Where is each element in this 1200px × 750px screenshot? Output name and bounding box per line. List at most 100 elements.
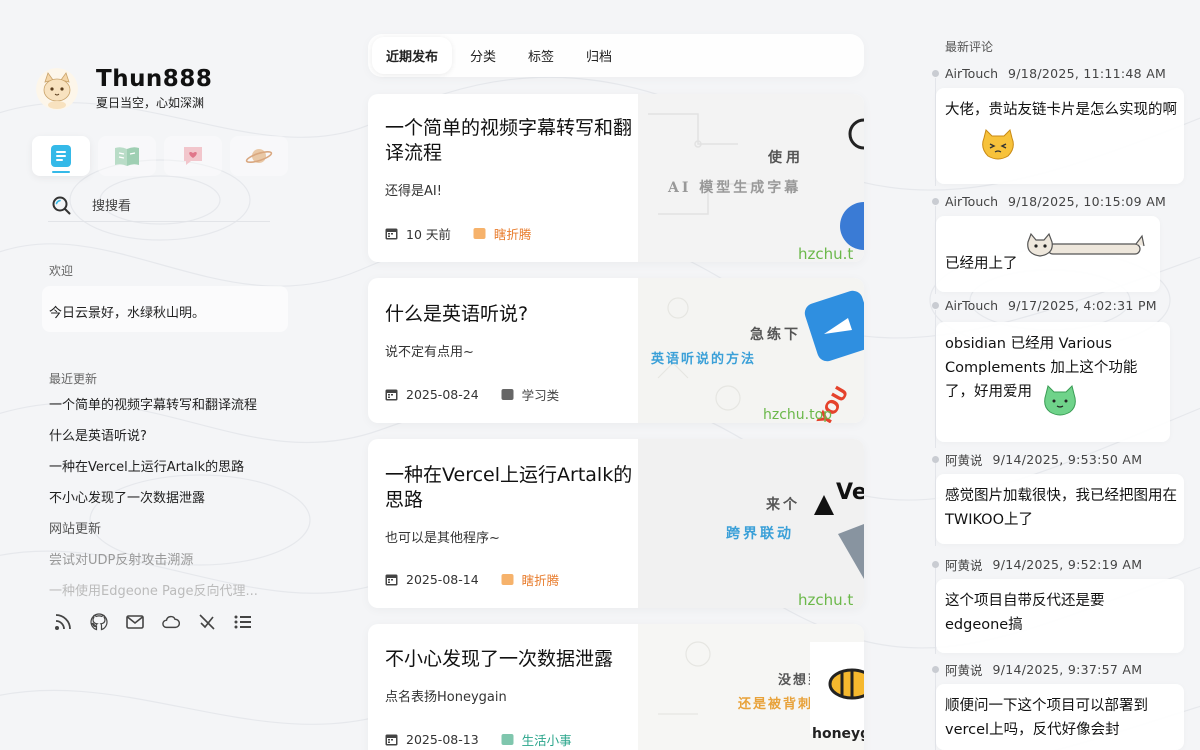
post-title[interactable]: 一个简单的视频字幕转写和翻译流程 bbox=[385, 116, 645, 166]
site-motto: 夏日当空，心如深渊 bbox=[96, 96, 205, 110]
github-icon[interactable] bbox=[90, 612, 108, 632]
post-tabs: 近期发布 分类 标签 归档 bbox=[368, 34, 864, 77]
comment-header: AirTouch 9/17/2025, 4:02:31 PM bbox=[932, 298, 1157, 313]
post-title[interactable]: 什么是英语听说? bbox=[385, 302, 645, 327]
comment-header: 阿黄说 9/14/2025, 9:53:50 AM bbox=[932, 450, 1142, 469]
recent-item[interactable]: 不小心发现了一次数据泄露 bbox=[49, 489, 289, 520]
nav-chat-button[interactable] bbox=[164, 136, 222, 176]
recent-item[interactable]: 网站更新 bbox=[49, 520, 289, 551]
cover-text: 跨界联动 bbox=[726, 525, 794, 542]
comment-text: 大佬，贵站友链卡片是怎么实现的啊 bbox=[945, 102, 1177, 118]
comment-time: 9/18/2025, 11:11:48 AM bbox=[1008, 66, 1167, 81]
search-placeholder[interactable]: 搜搜看 bbox=[92, 195, 131, 214]
site-name[interactable]: Thun888 bbox=[96, 66, 212, 92]
search-box[interactable]: 搜搜看 bbox=[48, 188, 270, 222]
comment-header: AirTouch 9/18/2025, 11:11:48 AM bbox=[932, 66, 1166, 81]
comment-author[interactable]: 阿黄说 bbox=[945, 450, 983, 469]
cat-avatar-icon[interactable] bbox=[36, 67, 78, 110]
cover-text: 来个 bbox=[765, 496, 800, 513]
post-cover-image[interactable]: 急练下 英语听说的方法 YOU hzchu.top bbox=[638, 278, 864, 423]
tab-categories[interactable]: 分类 bbox=[456, 37, 510, 74]
comment-author[interactable]: 阿黄说 bbox=[945, 660, 983, 679]
nav-articles-button[interactable] bbox=[32, 136, 90, 176]
timeline-dot bbox=[932, 561, 939, 568]
comment-bubble[interactable]: 这个项目自带反代还是要edgeone搞 bbox=[936, 579, 1184, 653]
calendar-icon bbox=[385, 228, 398, 240]
post-description: 点名表扬Honeygain bbox=[385, 690, 507, 705]
heart-chat-icon bbox=[184, 147, 202, 165]
comment-time: 9/18/2025, 10:15:09 AM bbox=[1008, 194, 1167, 209]
sidebar-nav bbox=[32, 136, 288, 176]
social-links bbox=[54, 612, 252, 632]
post-category[interactable]: 瞎折腾 bbox=[473, 224, 531, 243]
post-card[interactable]: 一种在Vercel上运行Artalk的思路 也可以是其他程序~ 2025-08-… bbox=[368, 439, 864, 608]
recent-item[interactable]: 一种使用Edgeone Page反向代理... bbox=[49, 582, 289, 613]
comment-time: 9/14/2025, 9:53:50 AM bbox=[992, 452, 1143, 467]
post-category[interactable]: 学习类 bbox=[501, 385, 559, 404]
site-brand[interactable]: Thun888 夏日当空，心如深渊 bbox=[36, 66, 212, 111]
tab-archive[interactable]: 归档 bbox=[572, 37, 626, 74]
svg-text:Ve: Ve bbox=[836, 480, 864, 505]
cat-sticker-icon bbox=[982, 129, 1014, 160]
post-description: 也可以是其他程序~ bbox=[385, 531, 500, 546]
comment-bubble[interactable]: obsidian 已经用 Various Complements 加上这个功能了… bbox=[936, 322, 1170, 442]
comment-author[interactable]: AirTouch bbox=[945, 194, 998, 209]
rss-icon[interactable] bbox=[54, 612, 72, 632]
comment-header: 阿黄说 9/14/2025, 9:52:19 AM bbox=[932, 555, 1142, 574]
comment-bubble[interactable]: 感觉图片加载很快，我已经把图用在TWIKOO上了 bbox=[936, 474, 1184, 544]
cover-brand-text: hzchu.top bbox=[763, 407, 832, 423]
recent-item[interactable]: 一个简单的视频字幕转写和翻译流程 bbox=[49, 396, 289, 427]
post-date: 2025-08-13 bbox=[385, 732, 479, 747]
folder-icon bbox=[473, 228, 486, 239]
calendar-icon bbox=[385, 389, 398, 401]
left-sidebar: Thun888 夏日当空，心如深渊 搜搜看 欢迎 今日云景好，水绿秋山明。 最近… bbox=[30, 0, 290, 750]
tab-tags[interactable]: 标签 bbox=[514, 37, 568, 74]
comment-text: 顺便问一下这个项目可以部署到vercel上吗，反代好像会封 bbox=[945, 698, 1148, 738]
post-category[interactable]: 生活小事 bbox=[501, 730, 572, 749]
cover-brand-text: honeyga bbox=[812, 726, 864, 742]
post-card[interactable]: 什么是英语听说? 说不定有点用~ 2025-08-24 学习类 急练下 英语听说… bbox=[368, 278, 864, 423]
comment-author[interactable]: AirTouch bbox=[945, 66, 998, 81]
recent-item[interactable]: 尝试对UDP反射攻击溯源 bbox=[49, 551, 289, 582]
cover-text: 使用 bbox=[767, 149, 804, 166]
post-cover-image[interactable]: 使用 AI 模型生成字幕 hzchu.t bbox=[638, 94, 864, 262]
comment-time: 9/14/2025, 9:52:19 AM bbox=[992, 557, 1143, 572]
post-card[interactable]: 一个简单的视频字幕转写和翻译流程 还得是AI! 10 天前 瞎折腾 使用 AI … bbox=[368, 94, 864, 262]
welcome-title: 欢迎 bbox=[49, 264, 74, 278]
comment-time: 9/17/2025, 4:02:31 PM bbox=[1008, 298, 1157, 313]
nav-books-button[interactable] bbox=[98, 136, 156, 176]
post-meta: 2025-08-24 学习类 bbox=[385, 385, 559, 404]
post-date: 2025-08-24 bbox=[385, 387, 479, 402]
no-tracking-icon[interactable] bbox=[198, 612, 216, 632]
comment-bubble[interactable]: 已经用上了 bbox=[936, 216, 1160, 292]
welcome-text: 今日云景好，水绿秋山明。 bbox=[42, 286, 288, 332]
post-category[interactable]: 瞎折腾 bbox=[501, 570, 559, 589]
recent-item[interactable]: 什么是英语听说? bbox=[49, 427, 289, 458]
mail-icon[interactable] bbox=[126, 612, 144, 632]
post-title[interactable]: 一种在Vercel上运行Artalk的思路 bbox=[385, 463, 645, 513]
main-content: 近期发布 分类 标签 归档 一个简单的视频字幕转写和翻译流程 还得是AI! 10… bbox=[368, 0, 864, 750]
cover-text: 英语听说的方法 bbox=[650, 351, 756, 367]
post-cover-image[interactable]: 没想到 还是被背刺了 honeyga bbox=[638, 624, 864, 750]
post-cover-image[interactable]: 来个 跨界联动 Ve hzchu.t bbox=[638, 439, 864, 608]
recent-item[interactable]: 一种在Vercel上运行Artalk的思路 bbox=[49, 458, 289, 489]
comment-text: 这个项目自带反代还是要edgeone搞 bbox=[945, 593, 1105, 633]
recent-updates-list: 一个简单的视频字幕转写和翻译流程 什么是英语听说? 一种在Vercel上运行Ar… bbox=[49, 396, 289, 613]
nav-planet-button[interactable] bbox=[230, 136, 288, 176]
post-title[interactable]: 不小心发现了一次数据泄露 bbox=[385, 647, 645, 672]
comment-author[interactable]: AirTouch bbox=[945, 298, 998, 313]
comment-bubble[interactable]: 大佬，贵站友链卡片是怎么实现的啊 bbox=[936, 88, 1184, 184]
planet-icon bbox=[245, 149, 273, 164]
post-meta: 10 天前 瞎折腾 bbox=[385, 224, 531, 243]
comment-author[interactable]: 阿黄说 bbox=[945, 555, 983, 574]
cloud-icon[interactable] bbox=[162, 612, 180, 632]
list-icon[interactable] bbox=[234, 612, 252, 632]
tab-recent[interactable]: 近期发布 bbox=[372, 37, 453, 74]
post-description: 说不定有点用~ bbox=[385, 345, 474, 360]
cover-brand-text: hzchu.t bbox=[798, 591, 853, 608]
timeline-dot bbox=[932, 302, 939, 309]
cover-text: 急练下 bbox=[750, 326, 801, 343]
post-card[interactable]: 不小心发现了一次数据泄露 点名表扬Honeygain 2025-08-13 生活… bbox=[368, 624, 864, 750]
book-icon bbox=[115, 147, 139, 166]
comment-bubble[interactable]: 顺便问一下这个项目可以部署到vercel上吗，反代好像会封 bbox=[936, 684, 1184, 750]
